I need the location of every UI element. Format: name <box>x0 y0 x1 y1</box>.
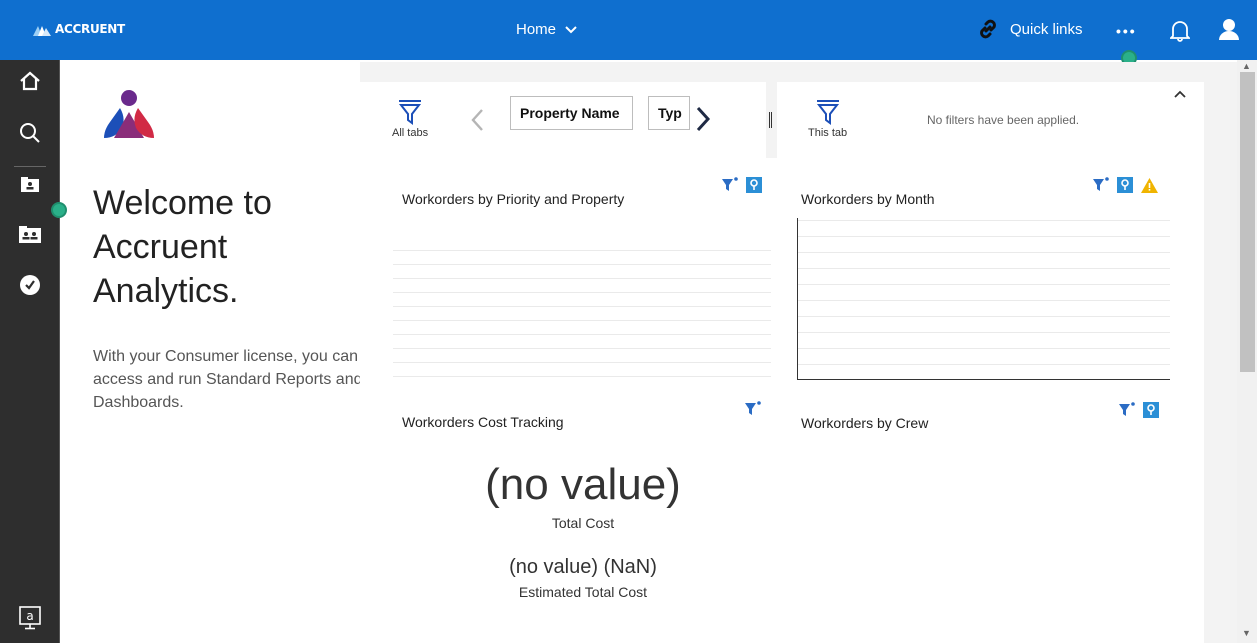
accruent-logo-icon <box>33 26 51 36</box>
chart-gridline <box>393 278 771 279</box>
widget-filter-icon[interactable] <box>1119 402 1135 418</box>
rail-my-content[interactable] <box>0 177 60 193</box>
rail-search[interactable] <box>0 121 60 145</box>
rail-recent[interactable] <box>0 274 60 296</box>
rail-divider <box>14 166 46 167</box>
widget-info-icon[interactable] <box>1143 402 1159 418</box>
scroll-up-arrow-icon[interactable]: ▲ <box>1242 61 1251 71</box>
accruent-brand[interactable]: ACCRUENT <box>33 22 125 36</box>
widget-info-icon[interactable] <box>746 177 762 193</box>
widget-title-cost-tracking: Workorders Cost Tracking <box>402 414 564 430</box>
scrollbar-thumb[interactable] <box>1240 72 1255 372</box>
widget-toolbar-priority <box>722 177 762 193</box>
chevron-left-icon[interactable] <box>470 108 484 132</box>
chart-gridline <box>798 284 1170 285</box>
panel-resize-handle[interactable] <box>769 112 772 128</box>
widget-filter-icon[interactable] <box>722 177 738 193</box>
home-icon <box>20 71 40 91</box>
chart-gridline <box>798 252 1170 253</box>
widget-filter-icon[interactable] <box>745 401 761 417</box>
quick-links-button[interactable]: Quick links <box>976 17 1083 41</box>
home-menu-label: Home <box>516 21 557 38</box>
quick-links-label: Quick links <box>1010 20 1083 38</box>
filter-chip-type[interactable]: Typ <box>648 96 690 130</box>
filter-icon <box>398 100 422 125</box>
chart-gridline <box>798 348 1170 349</box>
recent-icon <box>20 275 40 295</box>
accruent-welcome-logo <box>100 88 158 145</box>
chart-gridline <box>393 320 771 321</box>
cursor-indicator-dot-left <box>51 202 67 218</box>
warning-icon[interactable] <box>1141 177 1158 193</box>
widget-toolbar-crew <box>1119 402 1159 418</box>
collapse-chevron-up-icon[interactable] <box>1174 90 1186 98</box>
chart-gridline <box>393 250 771 251</box>
estimated-cost-value: (no value) (NaN) <box>509 556 657 578</box>
widget-filter-icon[interactable] <box>1093 177 1109 193</box>
this-tab-label: This tab <box>808 127 848 139</box>
chart-gridline <box>798 300 1170 301</box>
rail-bottom-content[interactable]: a <box>0 606 60 630</box>
folder-icon <box>21 177 39 192</box>
welcome-heading: Welcome to Accruent Analytics. <box>93 184 272 310</box>
my-content-icon-letter: a <box>26 609 33 623</box>
chart-gridline <box>393 362 771 363</box>
chart-gridline <box>798 236 1170 237</box>
scroll-down-arrow-icon[interactable]: ▼ <box>1242 628 1251 638</box>
widget-toolbar-month <box>1093 177 1158 193</box>
chart-gridline <box>393 292 771 293</box>
widget-title-by-crew: Workorders by Crew <box>801 415 929 431</box>
chart-gridline <box>798 332 1170 333</box>
chart-gridline <box>798 316 1170 317</box>
user-avatar-icon[interactable] <box>1219 18 1239 47</box>
chart-gridline <box>798 220 1170 221</box>
widget-info-icon[interactable] <box>1117 177 1133 193</box>
chart-gridline <box>393 376 771 377</box>
estimated-cost-label: Estimated Total Cost <box>518 584 648 600</box>
chevron-right-icon[interactable] <box>695 106 711 132</box>
chart-gridline <box>393 306 771 307</box>
all-tabs-label: All tabs <box>392 127 429 139</box>
chevron-down-icon <box>565 25 577 33</box>
all-tabs-filter-button[interactable]: All tabs <box>392 99 428 139</box>
notifications-bell-icon[interactable] <box>1168 18 1192 47</box>
chart-y-axis <box>797 218 798 380</box>
widget-title-priority-property: Workorders by Priority and Property <box>402 191 625 207</box>
my-content-icon: a <box>19 606 41 630</box>
widget-title-by-month: Workorders by Month <box>801 191 935 207</box>
chart-gridline <box>798 268 1170 269</box>
rail-team-content[interactable] <box>0 226 60 244</box>
chart-gridline <box>798 364 1170 365</box>
team-folder-icon <box>19 226 41 243</box>
welcome-description: With your Consumer license, you can acce… <box>93 348 363 411</box>
this-tab-filter-button[interactable]: This tab <box>808 99 847 139</box>
total-cost-value: (no value) <box>485 460 681 509</box>
search-icon <box>20 123 40 143</box>
chart-gridline <box>393 264 771 265</box>
link-icon <box>980 19 996 39</box>
left-navigation-rail: a <box>0 60 60 643</box>
more-options-icon[interactable]: ••• <box>1116 24 1137 38</box>
brand-name: ACCRUENT <box>55 22 125 36</box>
home-menu-dropdown[interactable]: Home <box>516 21 577 38</box>
top-bar: ACCRUENT Home Quick links ••• <box>0 0 1257 60</box>
no-filters-message: No filters have been applied. <box>927 113 1080 127</box>
filter-chip-property-name[interactable]: Property Name <box>510 96 633 130</box>
chart-gridline <box>393 334 771 335</box>
filter-icon-this-tab <box>816 100 839 125</box>
chart-gridline <box>393 348 771 349</box>
widget-toolbar-cost <box>745 401 761 417</box>
rail-home[interactable] <box>0 70 60 92</box>
total-cost-label: Total Cost <box>551 515 615 531</box>
chart-x-axis <box>797 379 1170 380</box>
